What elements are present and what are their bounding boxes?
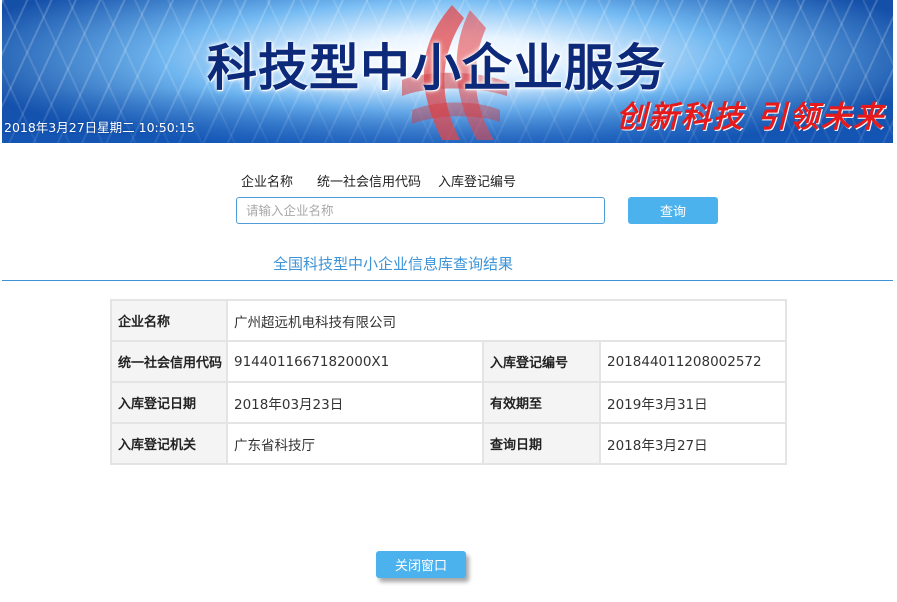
registration-date-label: 入库登记日期 (110, 381, 228, 424)
divider (2, 280, 893, 281)
registration-no-value: 201844011208002572 (598, 340, 788, 383)
valid-until-value: 2019年3月31日 (598, 381, 788, 424)
registration-no-label: 入库登记编号 (482, 340, 601, 383)
header-banner: 科技型中小企业服务 2018年3月27日星期二 10:50:15 创新科技 引领… (2, 0, 893, 143)
query-date-label: 查询日期 (482, 422, 601, 465)
tab-company-name[interactable]: 企业名称 (241, 171, 293, 190)
results-title: 全国科技型中小企业信息库查询结果 (273, 255, 514, 273)
registration-date-value: 2018年03月23日 (226, 381, 484, 424)
close-window-button[interactable]: 关闭窗口 (376, 551, 466, 578)
tab-credit-code[interactable]: 统一社会信用代码 (317, 171, 421, 190)
table-row: 入库登记日期 2018年03月23日 有效期至 2019年3月31日 (110, 381, 788, 424)
tab-registration-no[interactable]: 入库登记编号 (438, 171, 516, 190)
company-name-label: 企业名称 (110, 299, 228, 342)
current-datetime: 2018年3月27日星期二 10:50:15 (4, 120, 195, 135)
valid-until-label: 有效期至 (482, 381, 601, 424)
search-button[interactable]: 查询 (628, 197, 718, 224)
table-row: 统一社会信用代码 9144011667182000X1 入库登记编号 20184… (110, 340, 788, 383)
table-row: 入库登记机关 广东省科技厅 查询日期 2018年3月27日 (110, 422, 788, 465)
registration-authority-value: 广东省科技厅 (226, 422, 484, 465)
credit-code-value: 9144011667182000X1 (226, 340, 484, 383)
site-title: 科技型中小企业服务 (207, 38, 666, 97)
credit-code-label: 统一社会信用代码 (110, 340, 228, 383)
banner-slogan: 创新科技 引领未来 (616, 100, 885, 135)
search-input[interactable] (236, 197, 605, 224)
query-date-value: 2018年3月27日 (598, 422, 788, 465)
registration-authority-label: 入库登记机关 (110, 422, 228, 465)
page: 科技型中小企业服务 2018年3月27日星期二 10:50:15 创新科技 引领… (0, 0, 897, 602)
result-table: 企业名称 广州超远机电科技有限公司 统一社会信用代码 9144011667182… (110, 299, 788, 465)
table-row: 企业名称 广州超远机电科技有限公司 (110, 299, 788, 342)
company-name-value: 广州超远机电科技有限公司 (225, 299, 788, 342)
